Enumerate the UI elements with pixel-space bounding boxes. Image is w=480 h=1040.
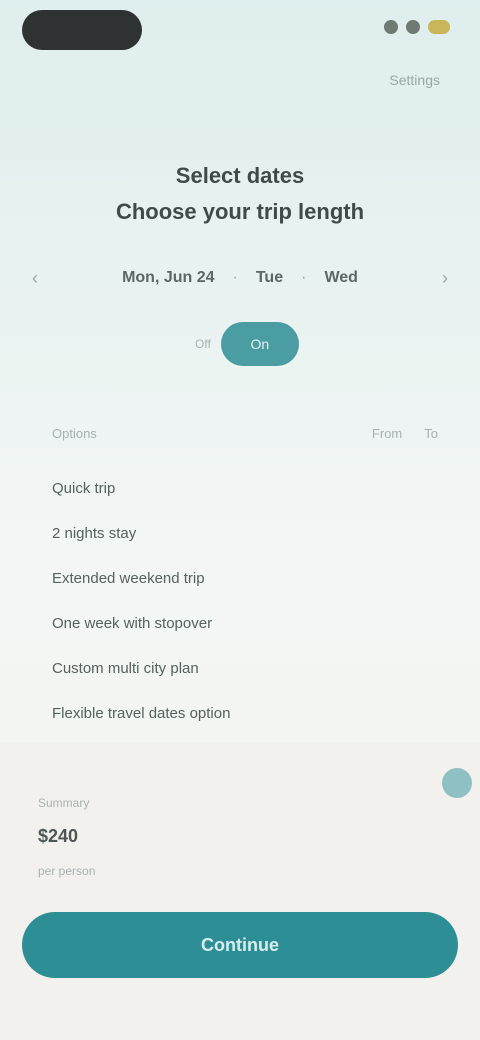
list-item[interactable]: Flexible travel dates option [52,691,438,736]
chevron-left-icon[interactable]: ‹ [32,268,38,289]
battery-icon [428,20,450,34]
list-header-to: To [424,426,438,441]
status-icons [384,20,450,34]
list-item[interactable]: 2 nights stay [52,511,438,556]
range-separator-2: · [301,269,307,286]
wifi-icon [406,20,420,34]
list-header: Options From To [52,426,438,446]
info-icon[interactable] [442,768,472,798]
date-range[interactable]: Mon, Jun 24 · Tue · Wed [122,269,358,287]
signal-icon [384,20,398,34]
range-mid: Tue [255,269,284,286]
summary-sub: per person [38,864,96,878]
summary-card [0,742,480,1040]
list-header-left: Options [52,426,97,441]
options-list: Quick trip 2 nights stay Extended weeken… [52,466,438,736]
title-line-2: Choose your trip length [115,199,365,224]
list-item[interactable]: Extended weekend trip [52,556,438,601]
list-item[interactable]: One week with stopover [52,601,438,646]
summary-value: $240 [38,826,79,846]
settings-link[interactable]: Settings [389,72,440,88]
range-end: Wed [324,269,358,286]
summary-label: Summary [38,796,90,810]
list-header-from: From [371,426,403,441]
time-pill [22,10,142,50]
page-title: Select dates Choose your trip length [0,158,480,230]
range-start: Mon, Jun 24 [122,269,215,286]
toggle-off-label[interactable]: Off [195,337,211,351]
toggle-on-button[interactable]: On [220,322,299,366]
continue-button[interactable]: Continue [22,912,458,978]
list-item[interactable]: Custom multi city plan [52,646,438,691]
title-line-1: Select dates [175,163,305,188]
chevron-right-icon[interactable]: › [442,268,448,289]
range-separator: · [232,269,238,286]
date-navigator: ‹ Mon, Jun 24 · Tue · Wed › [32,262,448,294]
mode-toggle: Off On [195,322,299,366]
list-item[interactable]: Quick trip [52,466,438,511]
status-bar [0,0,480,64]
